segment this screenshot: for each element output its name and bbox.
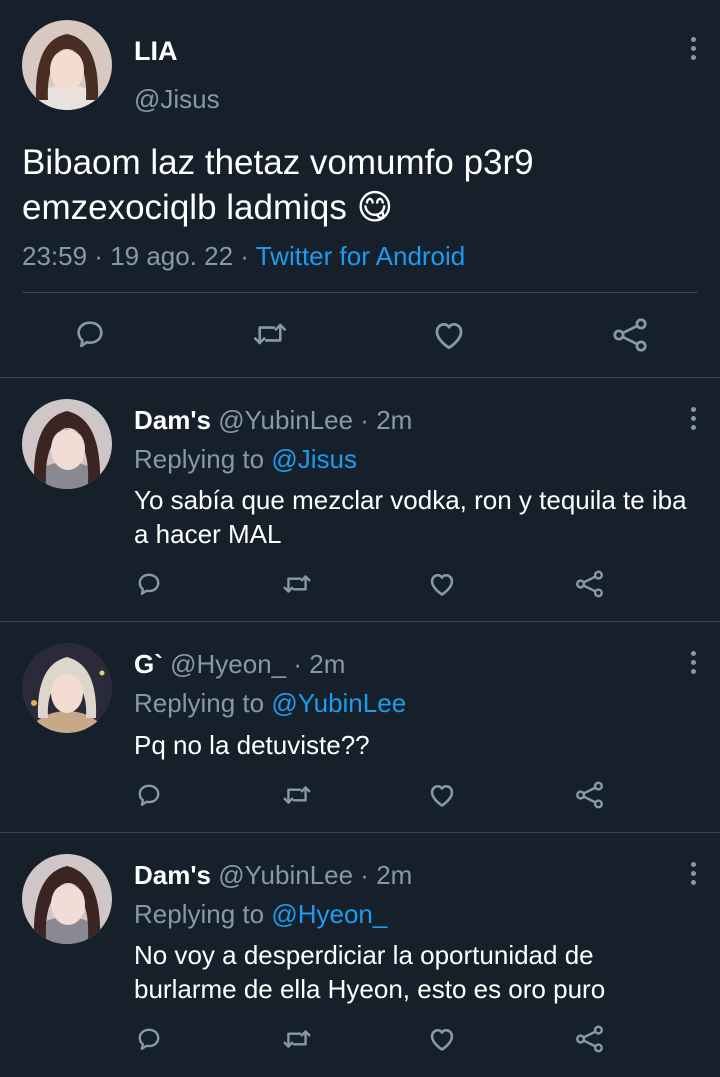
tweet-source-link[interactable]: Twitter for Android xyxy=(256,241,466,271)
meta-separator: · xyxy=(353,405,377,435)
reply-tweet[interactable]: Dam's @YubinLee · 2m Replying to @Jisus … xyxy=(0,378,720,621)
replying-prefix: Replying to xyxy=(134,688,272,718)
reply-icon[interactable] xyxy=(136,782,162,808)
author-handle[interactable]: @YubinLee xyxy=(218,860,353,890)
share-icon[interactable] xyxy=(575,570,604,598)
tweet-meta: 23:59 · 19 ago. 22 · Twitter for Android xyxy=(22,241,465,272)
replying-prefix: Replying to xyxy=(134,444,272,474)
author-name[interactable]: Dam's xyxy=(134,860,211,890)
retweet-icon[interactable] xyxy=(282,1026,312,1052)
like-icon[interactable] xyxy=(428,782,456,808)
reply-text: Pq no la detuviste?? xyxy=(134,730,370,760)
more-options-icon[interactable] xyxy=(681,647,705,677)
author-name[interactable]: G` xyxy=(134,649,163,679)
share-icon[interactable] xyxy=(612,318,648,352)
replying-to: Replying to @Hyeon_ xyxy=(134,899,387,930)
author-handle[interactable]: @Jisus xyxy=(134,84,220,115)
reply-age: 2m xyxy=(309,649,346,679)
reply-tweet[interactable]: G` @Hyeon_ · 2m Replying to @YubinLee Pq… xyxy=(0,622,720,832)
tweet-date: 19 ago. 22 xyxy=(110,241,234,271)
author-name[interactable]: LIA xyxy=(134,36,178,67)
reply-age: 2m xyxy=(376,405,413,435)
avatar[interactable] xyxy=(22,20,112,110)
replying-to: Replying to @Jisus xyxy=(134,444,357,475)
tweet-text: Bibaom laz thetaz vomumfo p3r9 emzexociq… xyxy=(22,143,534,227)
share-icon[interactable] xyxy=(575,781,604,809)
replying-prefix: Replying to xyxy=(134,899,272,929)
meta-separator: · xyxy=(353,860,377,890)
reply-header: Dam's @YubinLee · 2m xyxy=(134,405,412,436)
more-options-icon[interactable] xyxy=(681,858,705,888)
reply-tweet[interactable]: Dam's @YubinLee · 2m Replying to @Hyeon_… xyxy=(0,833,720,1077)
reply-icon[interactable] xyxy=(136,1026,162,1052)
author-handle[interactable]: @Hyeon_ xyxy=(170,649,286,679)
main-tweet: LIA @Jisus Bibaom laz thetaz vomumfo p3r… xyxy=(0,0,720,378)
replying-to-link[interactable]: @Hyeon_ xyxy=(271,899,387,929)
reply-text: Yo sabía que mezclar vodka, ron y tequil… xyxy=(134,485,687,549)
like-icon[interactable] xyxy=(428,1026,456,1052)
like-icon[interactable] xyxy=(432,319,466,351)
reply-text: No voy a desperdiciar la oportunidad de … xyxy=(134,940,606,1004)
tweet-time: 23:59 xyxy=(22,241,88,271)
avatar[interactable] xyxy=(22,643,112,733)
retweet-icon[interactable] xyxy=(282,782,312,808)
replying-to: Replying to @YubinLee xyxy=(134,688,406,719)
more-options-icon[interactable] xyxy=(681,403,705,433)
retweet-icon[interactable] xyxy=(282,571,312,597)
meta-separator: · xyxy=(87,241,111,271)
meta-separator: · xyxy=(233,241,256,271)
reply-header: Dam's @YubinLee · 2m xyxy=(134,860,412,891)
reply-age: 2m xyxy=(376,860,413,890)
share-icon[interactable] xyxy=(575,1025,604,1053)
replying-to-link[interactable]: @YubinLee xyxy=(271,688,406,718)
author-name[interactable]: Dam's xyxy=(134,405,211,435)
retweet-icon[interactable] xyxy=(252,318,288,350)
reply-icon[interactable] xyxy=(74,318,106,350)
more-options-icon[interactable] xyxy=(681,33,705,63)
author-handle[interactable]: @YubinLee xyxy=(218,405,353,435)
divider xyxy=(22,292,698,293)
reply-header: G` @Hyeon_ · 2m xyxy=(134,649,345,680)
replying-to-link[interactable]: @Jisus xyxy=(271,444,357,474)
reply-icon[interactable] xyxy=(136,571,162,597)
avatar[interactable] xyxy=(22,854,112,944)
like-icon[interactable] xyxy=(428,571,456,597)
meta-separator: · xyxy=(286,649,310,679)
avatar[interactable] xyxy=(22,399,112,489)
